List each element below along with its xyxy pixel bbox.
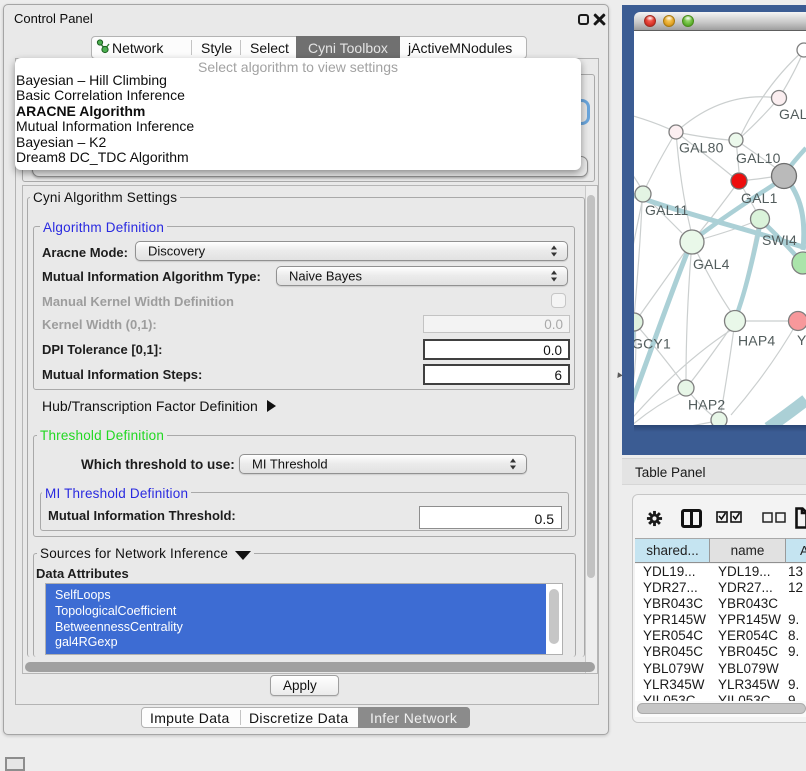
svg-text:HAP4: HAP4 xyxy=(738,333,775,349)
svg-text:GAL1: GAL1 xyxy=(741,190,778,206)
svg-text:GAL: GAL xyxy=(779,106,806,122)
svg-text:GCY1: GCY1 xyxy=(634,336,671,352)
svg-text:GAL4: GAL4 xyxy=(693,256,730,272)
svg-text:Y: Y xyxy=(797,332,806,348)
svg-text:GAL11: GAL11 xyxy=(645,202,689,218)
svg-text:SWI4: SWI4 xyxy=(762,232,797,248)
svg-text:HAP2: HAP2 xyxy=(688,397,725,413)
svg-text:GAL10: GAL10 xyxy=(736,150,781,166)
svg-text:GAL80: GAL80 xyxy=(679,140,724,156)
